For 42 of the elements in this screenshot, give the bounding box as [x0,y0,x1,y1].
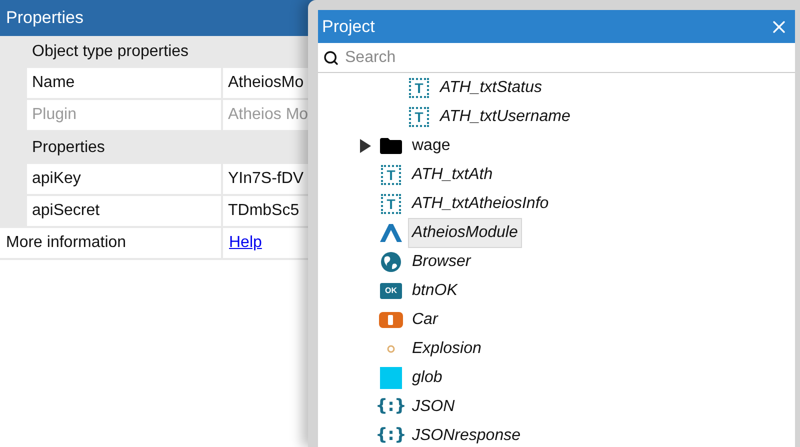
property-name: Plugin [27,100,223,130]
section-heading: Properties [32,138,105,158]
collapsed-arrow-icon[interactable] [359,138,371,152]
property-value: Atheios Mo [227,105,310,125]
text-object-icon: T [409,78,429,98]
tree-item[interactable]: glob [408,362,446,392]
help-link[interactable]: Help [229,231,262,255]
car-icon [378,310,404,328]
tree-item[interactable]: btnOK [408,276,462,306]
text-object-icon: T [409,106,429,126]
square-icon [380,366,402,388]
tree-item[interactable]: JSON [408,392,459,422]
search-field[interactable]: Search [345,43,790,72]
property-name: More information [0,228,223,258]
json-braces-icon: {:} [376,427,407,444]
small-ring-icon [386,344,396,354]
letter-a-logo-icon [379,222,403,242]
tree-item[interactable]: AtheiosModule [408,218,522,248]
folder-icon [379,136,403,154]
property-name: Name [27,68,223,98]
panel-title: Project [322,16,375,38]
property-name: apiKey [27,164,223,194]
json-braces-icon: {:} [376,398,407,415]
property-value: TDmbSc5 [227,201,300,221]
tree-item[interactable]: ATH_txtAtheiosInfo [408,188,553,218]
property-value: AtheiosMo [227,73,305,93]
section-heading: Object type properties [32,42,189,62]
tree-item[interactable]: ATH_txtAth [408,160,497,190]
property-value: YIn7S-fDV [227,169,305,189]
tree-item[interactable]: wage [408,130,454,160]
property-name: apiSecret [27,196,223,226]
tree-item[interactable]: ATH_txtUsername [436,102,574,132]
tree-item[interactable]: Car [408,304,442,334]
globe-icon [380,250,402,272]
tree-item[interactable]: Browser [408,246,475,276]
ok-button-icon: OK [380,282,402,298]
tree-item[interactable]: JSONresponse [408,420,524,447]
tree-item[interactable]: Explosion [408,334,486,364]
text-object-icon: T [381,194,401,214]
text-object-icon: T [381,164,401,184]
tree-item[interactable]: ATH_txtStatus [436,73,546,102]
search-icon [323,50,339,66]
